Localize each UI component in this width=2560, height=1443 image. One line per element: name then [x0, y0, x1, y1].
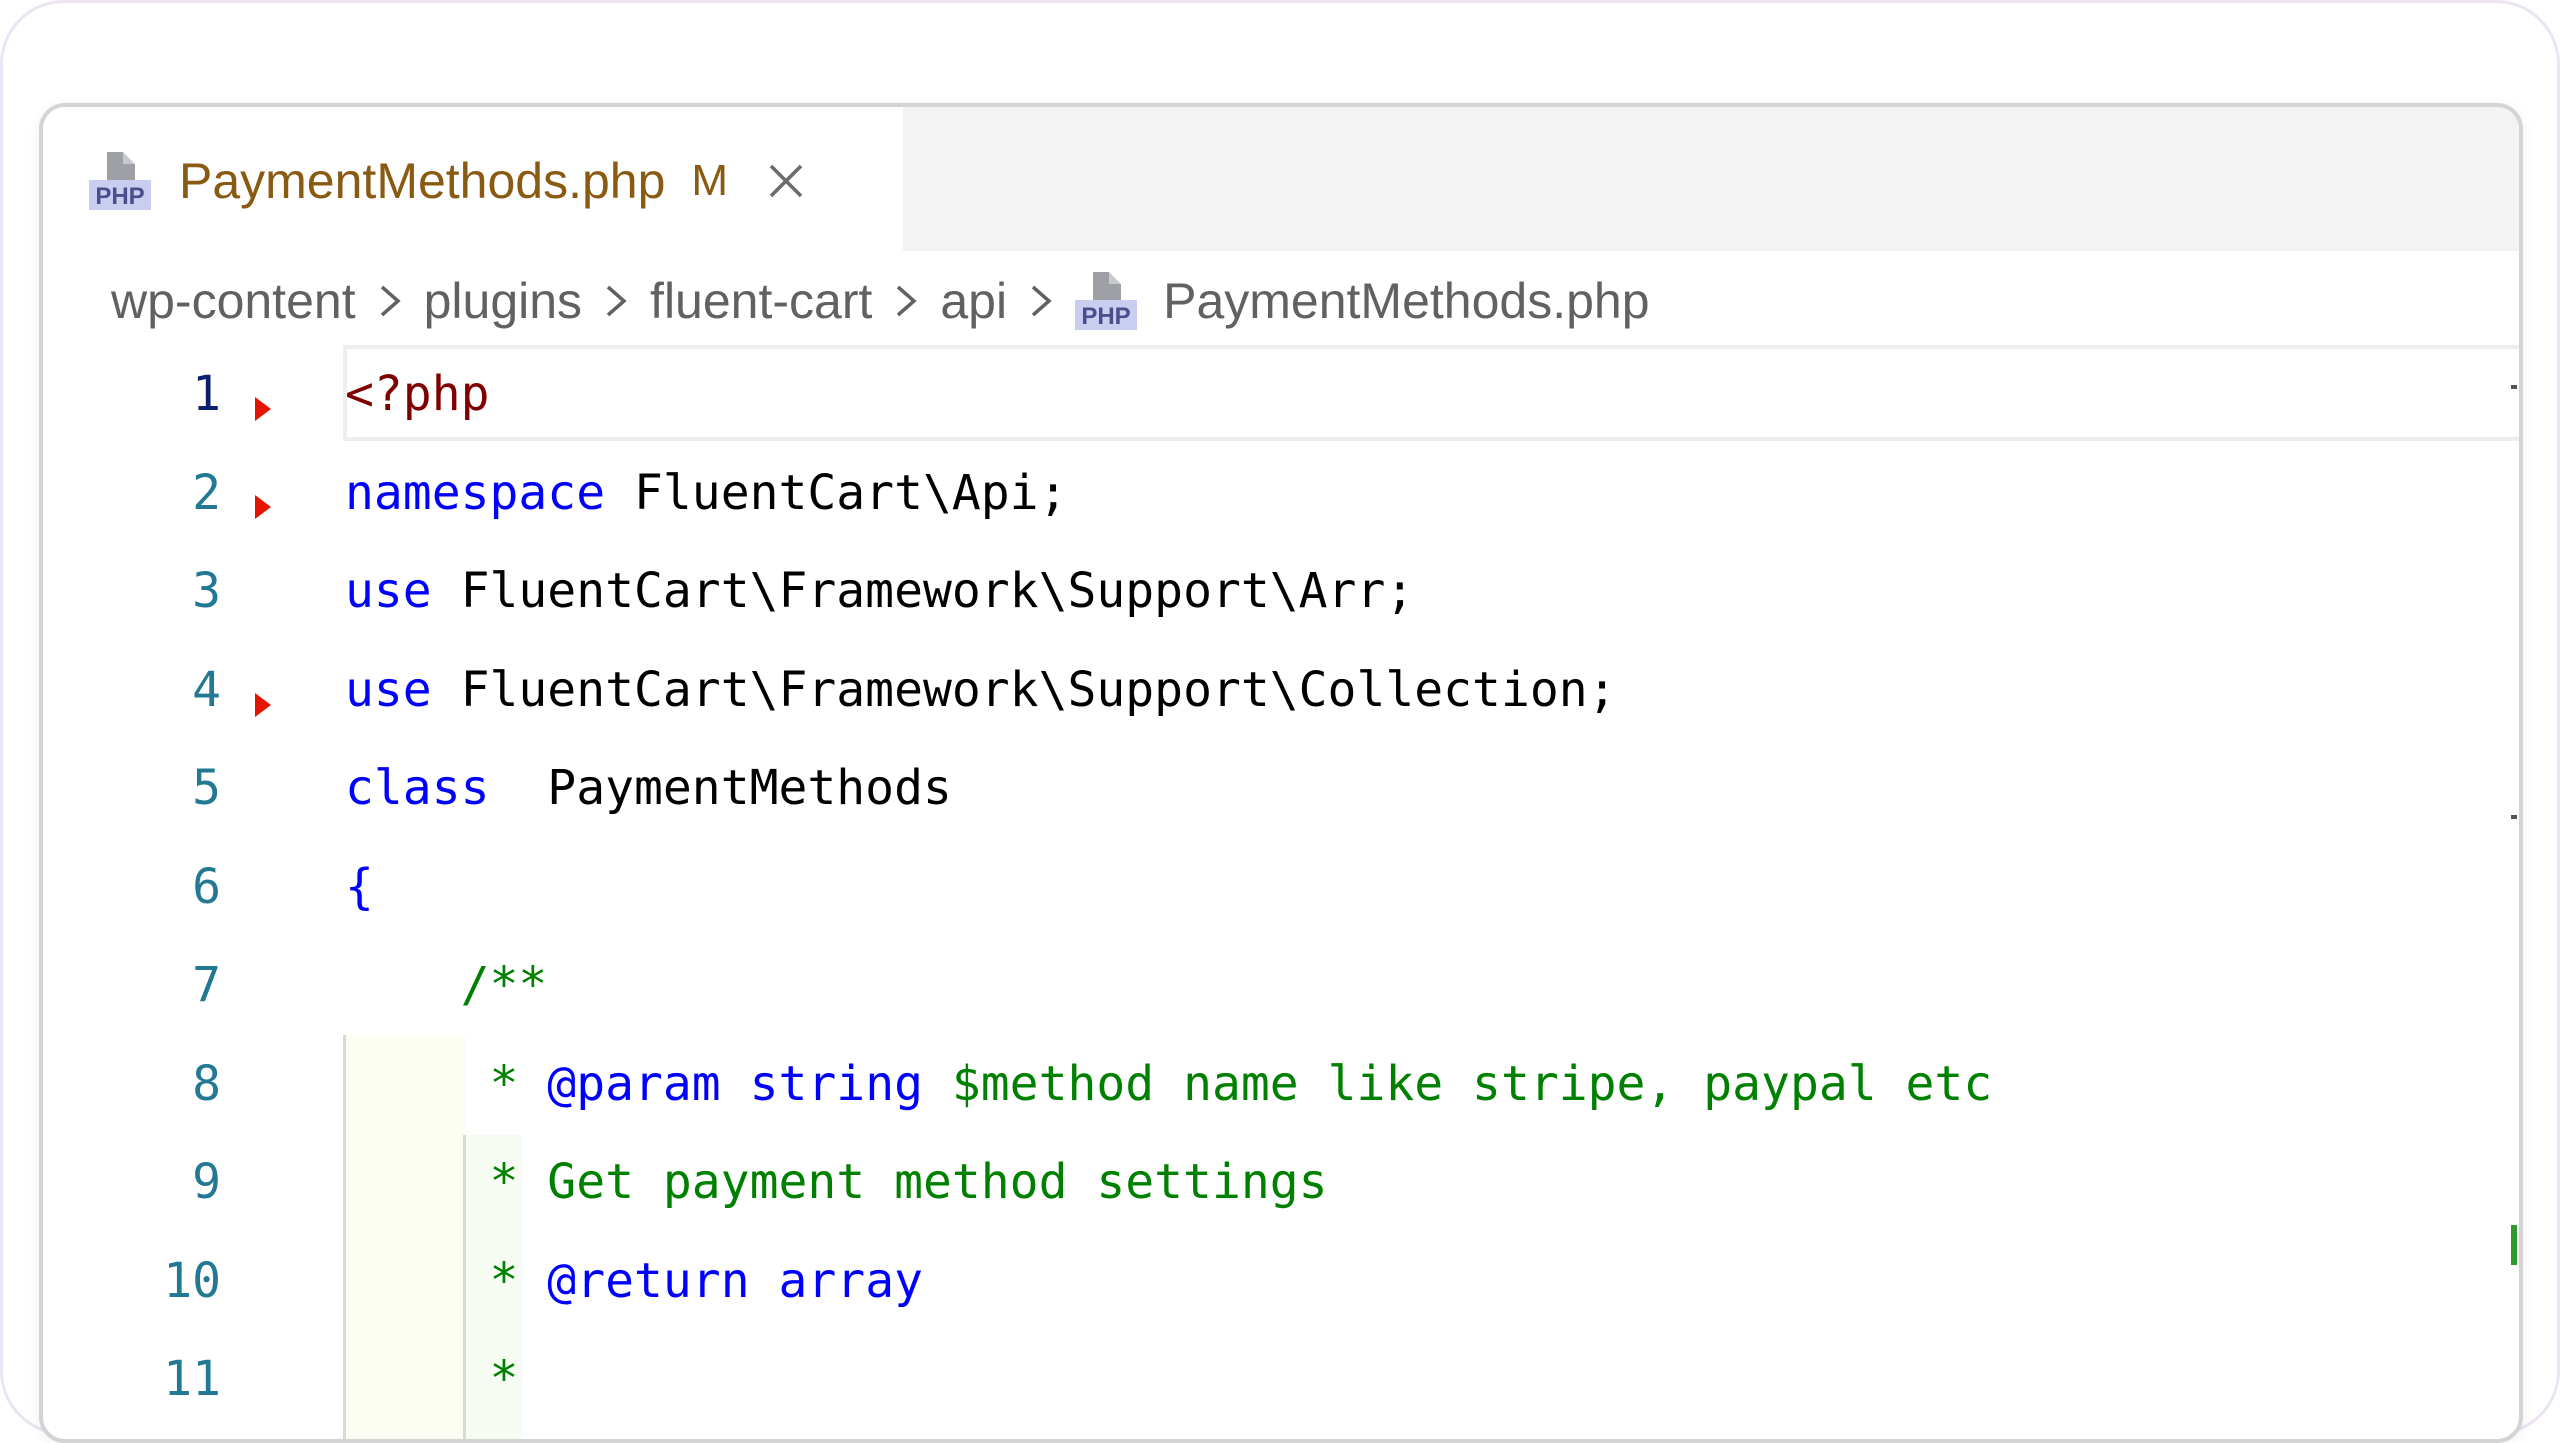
- code-line[interactable]: 5 class PaymentMethods: [43, 739, 2519, 837]
- code-token: <?php: [345, 366, 490, 422]
- code-token: PaymentMethods: [489, 760, 952, 816]
- code-editor-window: PHP PaymentMethods.php M wp-content plug…: [39, 103, 2523, 1443]
- breadcrumb-item-file[interactable]: PHP PaymentMethods.php: [1075, 270, 1650, 332]
- line-text: class PaymentMethods: [345, 760, 952, 816]
- tab-strip: PHP PaymentMethods.php M: [43, 107, 2519, 255]
- chevron-right-icon: [882, 281, 930, 321]
- code-token: @param: [547, 1055, 721, 1112]
- line-text: use FluentCart\Framework\Support\Arr;: [345, 563, 1414, 619]
- code-token: @return: [547, 1252, 750, 1309]
- line-text: *: [345, 1351, 518, 1407]
- chevron-right-icon: [366, 281, 414, 321]
- code-token: *: [345, 1252, 548, 1309]
- fold-marker-icon[interactable]: [255, 693, 271, 717]
- line-number: 10: [163, 1252, 221, 1309]
- code-token: use: [345, 661, 432, 718]
- modified-badge: M: [691, 156, 729, 205]
- line-text: * @param string $method name like stripe…: [345, 1056, 1992, 1112]
- code-token: {: [345, 858, 374, 915]
- code-token: class: [345, 760, 490, 816]
- line-text: use FluentCart\Framework\Support\Collect…: [345, 662, 1617, 718]
- line-number: 5: [192, 760, 221, 816]
- code-line[interactable]: 8 * @param string $method name like stri…: [43, 1035, 2519, 1133]
- ruler-mark: [2511, 385, 2517, 389]
- breadcrumb-item-api[interactable]: api: [940, 272, 1007, 330]
- code-token: use: [345, 563, 432, 619]
- line-text: {: [345, 859, 374, 915]
- line-number: 1: [192, 366, 221, 422]
- code-line[interactable]: 3 use FluentCart\Framework\Support\Arr;: [43, 542, 2519, 640]
- code-line[interactable]: 2 namespace FluentCart\Api;: [43, 444, 2519, 542]
- line-text: * @return array: [345, 1253, 923, 1309]
- code-token: FluentCart\Api;: [605, 464, 1068, 521]
- line-number: 8: [192, 1055, 221, 1112]
- screenshot-frame: PHP PaymentMethods.php M wp-content plug…: [0, 0, 2560, 1443]
- line-number: 6: [192, 858, 221, 915]
- code-line[interactable]: 9 * Get payment method settings: [43, 1133, 2519, 1231]
- fold-marker-icon[interactable]: [255, 495, 271, 519]
- code-token: /**: [345, 957, 548, 1013]
- code-area[interactable]: 1 <?php 2 namespace FluentCart\Api; 3 use Flu…: [43, 345, 2519, 1439]
- breadcrumb-item-wp-content[interactable]: wp-content: [111, 272, 356, 330]
- code-token: namespace: [345, 464, 606, 521]
- code-line[interactable]: 11 *: [43, 1330, 2519, 1428]
- close-icon[interactable]: [766, 161, 806, 201]
- chevron-right-icon: [1017, 281, 1065, 321]
- code-token: *: [345, 1055, 548, 1112]
- line-text: * Get payment method settings: [345, 1154, 1328, 1210]
- line-number: 3: [192, 563, 221, 619]
- svg-text:PHP: PHP: [95, 183, 144, 210]
- line-text: namespace FluentCart\Api;: [345, 465, 1067, 521]
- php-file-icon: PHP: [1075, 270, 1138, 332]
- line-text: /**: [345, 957, 548, 1013]
- code-token: * Get payment method settings: [345, 1154, 1328, 1210]
- code-token: string: [749, 1055, 923, 1112]
- code-line[interactable]: 4 use FluentCart\Framework\Support\Collec…: [43, 641, 2519, 739]
- line-number: 7: [192, 957, 221, 1013]
- code-token: FluentCart\Framework\Support\Arr;: [431, 563, 1415, 619]
- code-token: array: [778, 1252, 924, 1309]
- code-token: *: [345, 1351, 519, 1407]
- breadcrumb: wp-content plugins fluent-cart api PHP P…: [43, 251, 2519, 351]
- line-number: 2: [192, 464, 221, 521]
- ruler-mark: [2511, 815, 2517, 819]
- breadcrumb-item-plugins[interactable]: plugins: [424, 272, 582, 330]
- line-number: 9: [192, 1154, 221, 1210]
- code-line[interactable]: 1 <?php: [43, 345, 2519, 443]
- line-number: 11: [163, 1351, 221, 1407]
- code-line[interactable]: 10 * @return array: [43, 1232, 2519, 1330]
- overview-ruler[interactable]: [2509, 345, 2519, 1439]
- fold-marker-icon[interactable]: [255, 397, 271, 421]
- php-file-icon: PHP: [89, 150, 151, 212]
- ruler-mark: [2511, 1225, 2517, 1265]
- tab-title: PaymentMethods.php: [179, 153, 666, 209]
- breadcrumb-item-fluent-cart[interactable]: fluent-cart: [650, 272, 872, 330]
- breadcrumb-file-label: PaymentMethods.php: [1163, 273, 1650, 329]
- editor-tab-active[interactable]: PHP PaymentMethods.php M: [43, 107, 903, 255]
- code-line[interactable]: 7 /**: [43, 936, 2519, 1034]
- line-text: <?php: [345, 366, 490, 422]
- svg-text:PHP: PHP: [1081, 303, 1130, 330]
- line-number: 4: [192, 661, 221, 718]
- chevron-right-icon: [592, 281, 640, 321]
- code-token: FluentCart\Framework\Support\Collection;: [431, 661, 1617, 718]
- code-token: $method name like stripe, paypal etc: [922, 1055, 1993, 1112]
- code-line[interactable]: 6{: [43, 838, 2519, 936]
